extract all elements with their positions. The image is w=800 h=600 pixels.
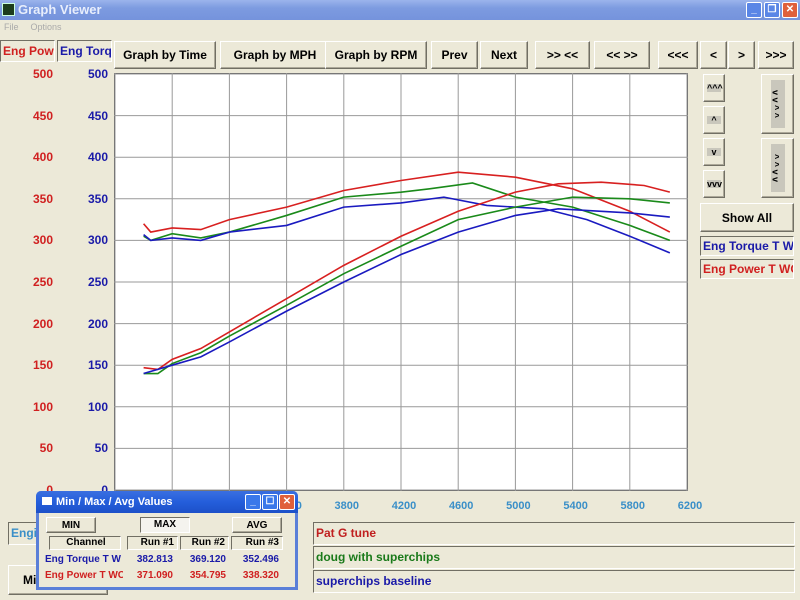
row-value: 369.120 [189,554,226,565]
scroll-right-fast-button[interactable]: >>> [758,41,794,69]
zoom-in-button[interactable]: >> << [535,41,590,69]
close-button[interactable]: ✕ [782,2,798,18]
row-value: 338.320 [242,570,279,581]
window-title: Graph Viewer [18,2,102,17]
channel-torque[interactable]: Eng Torque T W [700,236,794,256]
x-tick-label: 4200 [391,500,417,512]
right-y-tick-label: 250 [87,275,108,289]
header-run-2: Run #2 [180,536,229,550]
row-channel: Eng Power T WC [45,570,123,581]
legend-run-1: Pat G tune [313,522,795,545]
menu-bar: File Options [0,20,800,34]
right-y-tick-label: 200 [87,316,108,331]
max-button[interactable]: MAX [140,517,190,533]
right-y-tick-label: 50 [94,441,108,456]
minimize-button[interactable]: _ [746,2,762,18]
dialog-close-button[interactable]: ✕ [279,494,295,510]
graph-by-time-button[interactable]: Graph by Time [114,41,216,69]
title-bar: Graph Viewer [0,0,800,20]
left-y-tick-label: 500 [32,67,53,81]
left-y-tick-label: 400 [32,150,53,165]
graph-by-rpm-button[interactable]: Graph by RPM [325,41,427,69]
next-button[interactable]: Next [480,41,528,69]
x-tick-label: 3800 [334,500,360,512]
row-value: 352.496 [242,554,279,565]
scroll-down-fast-button[interactable]: vvv [703,170,725,198]
right-axis-channel[interactable]: Eng Torq [57,40,112,62]
menu-options[interactable]: Options [31,22,62,32]
prev-button[interactable]: Prev [431,41,478,69]
header-run-1: Run #1 [127,536,178,550]
row-value: 382.813 [136,554,173,565]
x-tick-label: 6200 [677,500,703,512]
row-value: 354.795 [189,570,226,581]
dialog-maximize-button[interactable]: ☐ [262,494,278,510]
scroll-left-button[interactable]: < [700,41,727,69]
left-y-tick-label: 300 [32,233,53,248]
channel-power[interactable]: Eng Power T WC [700,259,794,279]
graph-by-mph-button[interactable]: Graph by MPH [220,41,330,69]
zoom-out-button[interactable]: << >> [594,41,650,69]
graph-icon [2,3,15,16]
right-y-tick-label: 500 [87,67,108,81]
min-button[interactable]: MIN [46,517,96,533]
header-run-3: Run #3 [231,536,283,550]
scroll-right-button[interactable]: > [728,41,755,69]
right-y-tick-label: 400 [87,150,108,165]
left-y-tick-label: 450 [32,108,53,123]
right-y-tick-label: 100 [87,399,108,414]
left-y-tick-label: 100 [32,399,53,414]
left-y-tick-label: 150 [32,358,53,373]
zoom-out-vertical-button[interactable]: ^ ^ v v [761,138,794,198]
scroll-up-fast-button[interactable]: ^^^ [703,74,725,102]
scroll-down-button[interactable]: v [703,138,725,166]
legend-run-3: superchips baseline [313,570,795,593]
dialog-icon [42,497,52,505]
x-tick-label: 5400 [563,500,588,512]
legend-run-2: doug with superchips [313,546,795,569]
avg-button[interactable]: AVG [232,517,282,533]
right-y-tick-label: 450 [87,108,108,123]
left-y-tick-label: 350 [32,191,53,206]
rpm-chart[interactable] [114,73,688,491]
restore-button[interactable]: ❐ [764,2,780,18]
scroll-up-button[interactable]: ^ [703,106,725,134]
x-tick-label: 5000 [506,500,531,512]
header-channel: Channel [49,536,121,550]
zoom-in-vertical-button[interactable]: v v ^ ^ [761,74,794,134]
row-value: 371.090 [136,570,173,581]
left-y-tick-label: 50 [39,441,53,456]
row-channel: Eng Torque T W [45,554,121,565]
x-tick-label: 4600 [448,500,474,512]
right-y-tick-label: 350 [87,191,108,206]
x-tick-label: 5800 [620,500,646,512]
right-y-tick-label: 150 [87,358,108,373]
scroll-left-fast-button[interactable]: <<< [658,41,698,69]
left-axis-channel[interactable]: Eng Powe [0,40,55,62]
show-all-button[interactable]: Show All [700,203,794,232]
left-y-tick-label: 250 [32,275,53,289]
dialog-minimize-button[interactable]: _ [245,494,261,510]
menu-file[interactable]: File [4,22,19,32]
left-y-tick-label: 200 [32,316,53,331]
dialog-title: Min / Max / Avg Values [56,496,173,508]
min-max-avg-dialog: Min / Max / Avg Values _ ☐ ✕ MIN MAX AVG… [36,491,298,590]
right-y-tick-label: 300 [87,233,108,248]
